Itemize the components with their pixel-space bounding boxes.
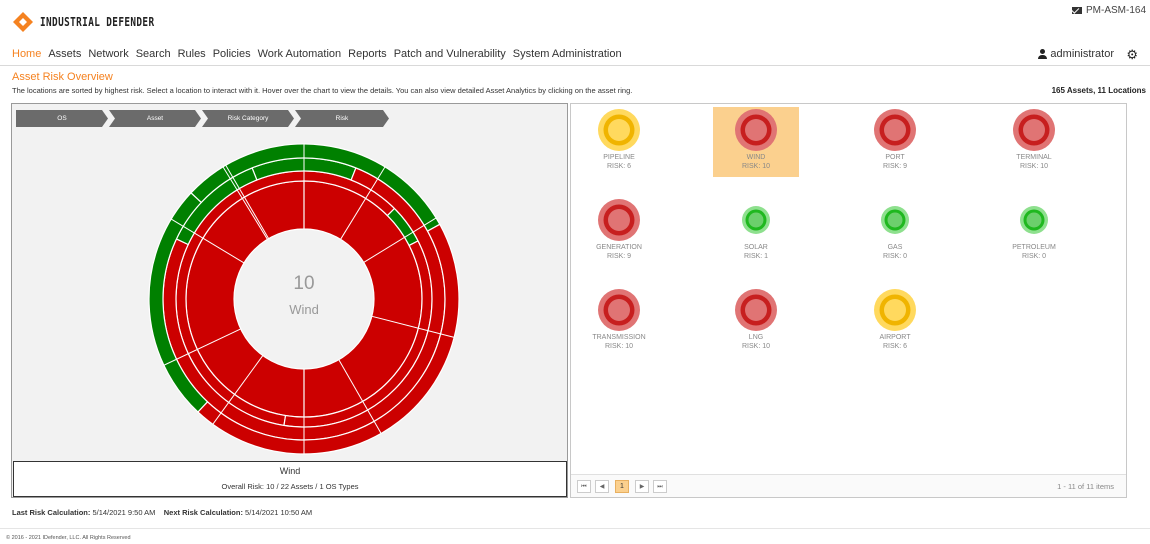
location-risk: RISK: 10 bbox=[1019, 163, 1048, 170]
envelope-icon bbox=[1071, 7, 1082, 14]
breadcrumb-asset[interactable]: Asset bbox=[109, 110, 201, 127]
footer-divider bbox=[0, 528, 1150, 529]
location-name: PORT bbox=[885, 154, 905, 161]
location-risk: RISK: 6 bbox=[606, 163, 632, 170]
location-risk: RISK: 1 bbox=[743, 253, 769, 260]
next-calc-value: 5/14/2021 10:50 AM bbox=[245, 508, 313, 517]
asset-summary: 165 Assets, 11 Locations bbox=[1051, 86, 1146, 95]
diamond-logo-icon bbox=[13, 12, 33, 32]
location-lng[interactable]: LNG RISK: 10 bbox=[713, 287, 799, 357]
nav-item-home[interactable]: Home bbox=[12, 48, 41, 60]
risk-calculation-info: Last Risk Calculation: 5/14/2021 9:50 AM… bbox=[12, 508, 312, 517]
risk-chart-panel: 10 Wind OS Asset Risk Category Risk Wind Ove… bbox=[11, 103, 568, 498]
prev-page-button[interactable]: ◀ bbox=[595, 480, 609, 493]
location-name: AIRPORT bbox=[879, 334, 911, 341]
location-name: SOLAR bbox=[744, 244, 768, 251]
nav-item-work-automation[interactable]: Work Automation bbox=[258, 48, 342, 60]
location-risk: RISK: 0 bbox=[1021, 253, 1047, 260]
location-name: PETROLEUM bbox=[1012, 244, 1056, 251]
risk-ring-icon[interactable] bbox=[733, 107, 779, 153]
location-name: PIPELINE bbox=[603, 154, 635, 161]
sunburst-chart[interactable]: 10 Wind bbox=[12, 104, 567, 461]
nav-menu: Home Assets Network Search Rules Policies Work… bbox=[12, 48, 622, 60]
location-name: TRANSMISSION bbox=[592, 334, 646, 341]
top-bar: INDUSTRIAL DEFENDER PM-ASM-164 bbox=[0, 0, 1150, 42]
risk-ring-icon[interactable] bbox=[596, 197, 642, 243]
risk-ring-icon[interactable] bbox=[733, 197, 779, 243]
risk-ring-icon[interactable] bbox=[872, 197, 918, 243]
last-page-button[interactable]: ⏭ bbox=[653, 480, 667, 493]
location-risk: RISK: 0 bbox=[882, 253, 908, 260]
pager-info: 1 - 11 of 11 items bbox=[1057, 482, 1114, 491]
nav-item-reports[interactable]: Reports bbox=[348, 48, 387, 60]
location-generation[interactable]: GENERATION RISK: 9 bbox=[576, 197, 662, 267]
center-label: Wind bbox=[289, 302, 319, 317]
nav-item-search[interactable]: Search bbox=[136, 48, 171, 60]
risk-ring-icon[interactable] bbox=[872, 107, 918, 153]
nav-item-patch-and-vulnerability[interactable]: Patch and Vulnerability bbox=[394, 48, 506, 60]
sunburst-center bbox=[235, 230, 373, 368]
location-name: GAS bbox=[887, 244, 903, 251]
breadcrumb-risk-category[interactable]: Risk Category bbox=[202, 110, 294, 127]
copyright: © 2016 - 2021 IDefender, LLC. All Rights… bbox=[6, 535, 131, 541]
location-name: TERMINAL bbox=[1016, 154, 1052, 161]
location-port[interactable]: PORT RISK: 9 bbox=[852, 107, 938, 177]
user-menu[interactable]: administrator bbox=[1038, 48, 1114, 60]
location-info-box: Wind Overall Risk: 10 / 22 Assets / 1 OS… bbox=[13, 461, 567, 497]
brand-name: INDUSTRIAL DEFENDER bbox=[40, 15, 155, 29]
location-pipeline[interactable]: PIPELINE RISK: 6 bbox=[576, 107, 662, 177]
risk-ring-icon[interactable] bbox=[1011, 197, 1057, 243]
risk-ring-icon[interactable] bbox=[596, 287, 642, 333]
location-risk: RISK: 10 bbox=[604, 343, 633, 350]
nav-item-network[interactable]: Network bbox=[88, 48, 128, 60]
user-name: administrator bbox=[1050, 48, 1114, 60]
info-title: Wind bbox=[279, 466, 301, 476]
location-risk: RISK: 9 bbox=[882, 163, 908, 170]
breadcrumb: OS Asset Risk Category Risk bbox=[16, 110, 390, 127]
location-petroleum[interactable]: PETROLEUM RISK: 0 bbox=[991, 197, 1077, 267]
next-calc-label: Next Risk Calculation: bbox=[163, 508, 243, 517]
breadcrumb-risk[interactable]: Risk bbox=[295, 110, 389, 127]
first-page-button[interactable]: ⏮ bbox=[577, 480, 591, 493]
page-description: The locations are sorted by highest risk… bbox=[12, 86, 633, 95]
info-detail: Overall Risk: 10 / 22 Assets / 1 OS Type… bbox=[221, 482, 359, 491]
risk-ring-icon[interactable] bbox=[872, 287, 918, 333]
location-airport[interactable]: AIRPORT RISK: 6 bbox=[852, 287, 938, 357]
gear-icon[interactable]: ⚙ bbox=[1126, 47, 1138, 63]
location-risk: RISK: 10 bbox=[741, 163, 770, 170]
user-icon bbox=[1038, 49, 1048, 59]
next-page-button[interactable]: ▶ bbox=[635, 480, 649, 493]
page-title: Asset Risk Overview bbox=[12, 71, 113, 83]
location-gas[interactable]: GAS RISK: 0 bbox=[852, 197, 938, 267]
risk-ring-icon[interactable] bbox=[1011, 107, 1057, 153]
breadcrumb-os[interactable]: OS bbox=[16, 110, 108, 127]
location-solar[interactable]: SOLAR RISK: 1 bbox=[713, 197, 799, 267]
location-transmission[interactable]: TRANSMISSION RISK: 10 bbox=[576, 287, 662, 357]
location-risk: RISK: 10 bbox=[741, 343, 770, 350]
nav-item-rules[interactable]: Rules bbox=[178, 48, 206, 60]
location-terminal[interactable]: TERMINAL RISK: 10 bbox=[991, 107, 1077, 177]
page-1-button[interactable]: 1 bbox=[615, 480, 629, 493]
risk-ring-icon[interactable] bbox=[733, 287, 779, 333]
location-wind[interactable]: WIND RISK: 10 bbox=[713, 107, 799, 177]
server-name: PM-ASM-164 bbox=[1085, 5, 1146, 16]
locations-panel: AIRPORT RISK: 6 LNG RISK: 10 TRANSMISSION RIS… bbox=[570, 103, 1127, 498]
last-calc-value: 5/14/2021 9:50 AM bbox=[92, 508, 156, 517]
main-nav: Home Assets Network Search Rules Policies Work… bbox=[0, 44, 1150, 66]
location-name: LNG bbox=[748, 334, 764, 341]
risk-ring-icon[interactable] bbox=[596, 107, 642, 153]
pager: ⏮ ◀ 1 ▶ ⏭ 1 - 11 of 11 items bbox=[571, 474, 1126, 497]
server-indicator[interactable]: PM-ASM-164 bbox=[1071, 5, 1146, 16]
location-risk: RISK: 9 bbox=[606, 253, 632, 260]
location-risk: RISK: 6 bbox=[882, 343, 908, 350]
last-calc-label: Last Risk Calculation: bbox=[12, 508, 91, 517]
location-name: WIND bbox=[746, 154, 766, 161]
location-name: GENERATION bbox=[596, 244, 642, 251]
nav-item-policies[interactable]: Policies bbox=[213, 48, 251, 60]
center-value: 10 bbox=[293, 273, 314, 294]
nav-item-system-administration[interactable]: System Administration bbox=[513, 48, 622, 60]
brand-logo[interactable]: INDUSTRIAL DEFENDER bbox=[12, 11, 187, 33]
nav-item-assets[interactable]: Assets bbox=[48, 48, 81, 60]
